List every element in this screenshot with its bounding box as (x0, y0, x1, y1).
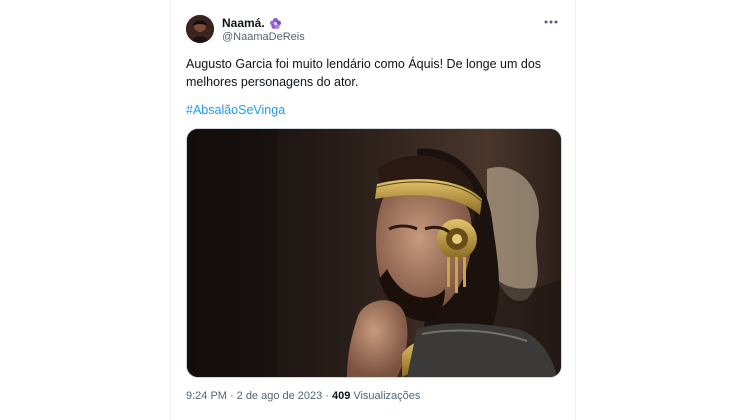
meta-separator: · (325, 390, 329, 402)
tweet-time[interactable]: 9:24 PM (186, 389, 227, 403)
author-name-line: Naamá. (222, 15, 282, 31)
media-photo (187, 129, 561, 377)
purple-flower-emoji-icon (269, 17, 282, 30)
meta-separator: · (229, 390, 234, 402)
avatar[interactable] (186, 15, 214, 43)
tweet-text: Augusto Garcia foi muito lendário como Á… (186, 57, 542, 89)
more-horizontal-icon (544, 20, 558, 24)
display-name[interactable]: Naamá. (222, 15, 265, 31)
hashtag-link[interactable]: #AbsalãoSeVinga (186, 101, 285, 119)
tweet-date[interactable]: 2 de ago de 2023 (237, 389, 323, 403)
views-count: 409 (331, 390, 351, 402)
avatar-image (186, 15, 214, 43)
tweet-card: Naamá. @NaamaDeReis Augusto Garcia foi m… (170, 0, 576, 420)
tweet-media-image[interactable] (186, 128, 562, 378)
more-options-button[interactable] (541, 14, 561, 30)
tweet-meta-line: 9:24 PM · 2 de ago de 2023 · 409 Visuali… (186, 389, 420, 403)
views-label: Visualizações (353, 390, 421, 402)
author-handle[interactable]: @NaamaDeReis (222, 30, 305, 44)
page: Naamá. @NaamaDeReis Augusto Garcia foi m… (0, 0, 747, 420)
